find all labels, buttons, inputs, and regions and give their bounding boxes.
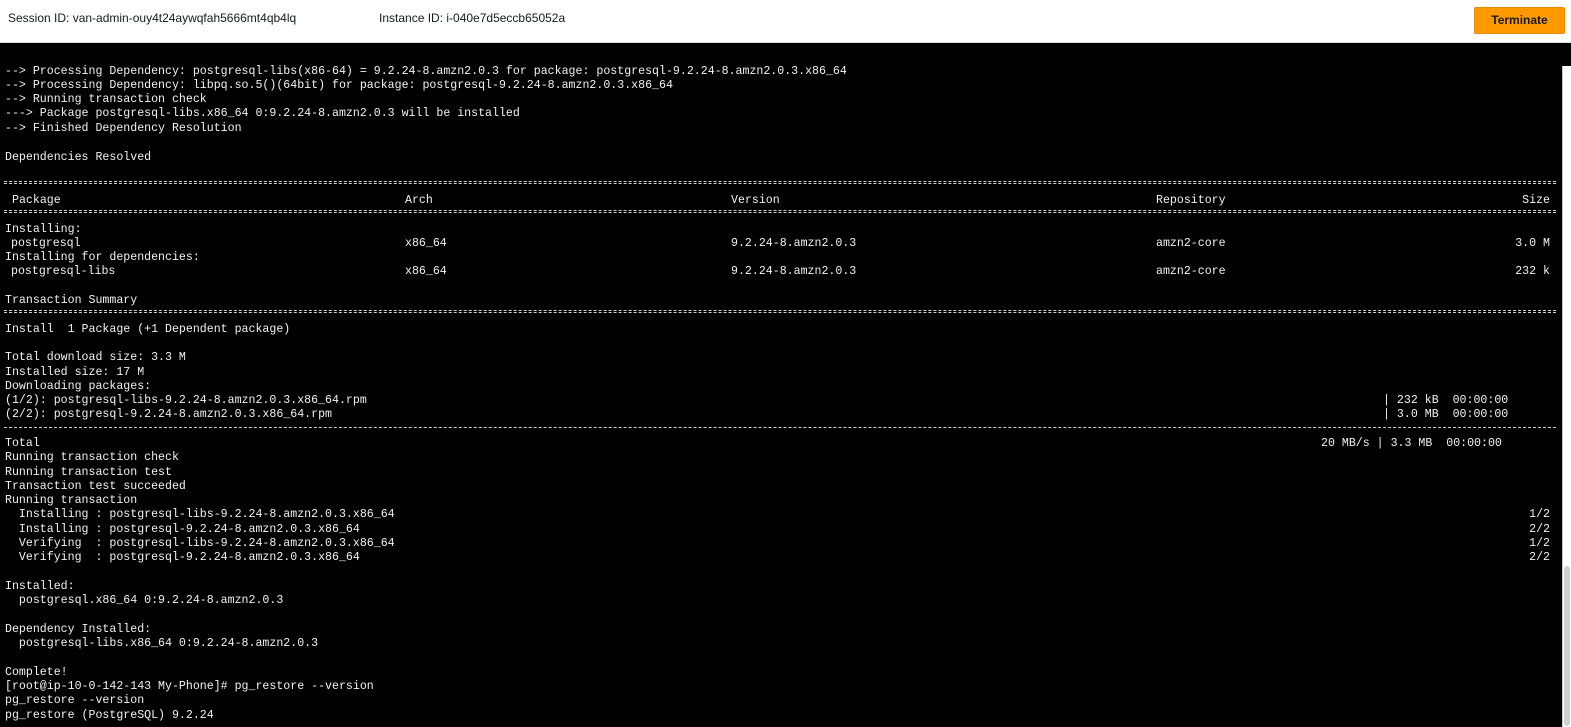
step-count: 1/2 — [1529, 508, 1550, 521]
separator-line — [4, 181, 1556, 184]
terminal-line: --> Running transaction check — [5, 93, 207, 106]
terminal-line: Total — [5, 437, 40, 450]
terminal-line: Total download size: 3.3 M — [5, 351, 186, 364]
table-header-size: Size — [1522, 194, 1550, 207]
table-cell-size: 3.0 M — [1515, 237, 1550, 250]
instance-id-label: Instance ID: i-040e7d5eccb65052a — [379, 11, 566, 25]
table-header-repository: Repository — [1156, 194, 1226, 207]
terminal-line: Transaction Summary — [5, 294, 138, 307]
terminal-line: Verifying : postgresql-9.2.24-8.amzn2.0.… — [5, 551, 360, 564]
table-cell-arch: x86_64 — [405, 265, 447, 278]
session-id-label: Session ID: van-admin-ouy4t24aywqfah5666… — [8, 11, 297, 25]
terminal-line: Complete! — [5, 666, 68, 679]
scrollbar-thumb[interactable] — [1564, 566, 1570, 726]
table-header-version: Version — [731, 194, 780, 207]
step-count: 2/2 — [1529, 523, 1550, 536]
terminal-line: pg_restore (PostgreSQL) 9.2.24 — [5, 709, 214, 722]
terminal-line: Installing : postgresql-9.2.24-8.amzn2.0… — [5, 523, 360, 536]
table-header-package: Package — [12, 194, 61, 207]
terminal-scrollbar[interactable] — [1562, 66, 1571, 727]
table-cell-package: postgresql-libs — [11, 265, 116, 278]
table-cell-repository: amzn2-core — [1156, 237, 1226, 250]
separator-line — [4, 310, 1556, 313]
terminal-line: Dependencies Resolved — [5, 151, 152, 164]
terminal-line: Installing for dependencies: — [5, 251, 200, 264]
terminal-line: postgresql.x86_64 0:9.2.24-8.amzn2.0.3 — [5, 594, 284, 607]
terminal-output[interactable]: --> Processing Dependency: postgresql-li… — [0, 43, 1560, 727]
download-stats: | 232 kB 00:00:00 — [1383, 394, 1509, 407]
step-count: 1/2 — [1529, 537, 1550, 550]
terminal-line: postgresql-libs.x86_64 0:9.2.24-8.amzn2.… — [5, 637, 319, 650]
terminal-line: Dependency Installed: — [5, 623, 152, 636]
table-cell-size: 232 k — [1515, 265, 1550, 278]
separator-line — [4, 210, 1556, 213]
terminal-line: Installed size: 17 M — [5, 366, 145, 379]
terminal-line: (1/2): postgresql-libs-9.2.24-8.amzn2.0.… — [5, 394, 367, 407]
terminal-line: Downloading packages: — [5, 380, 152, 393]
session-header: Session ID: van-admin-ouy4t24aywqfah5666… — [0, 0, 1571, 43]
terminal-line: Running transaction check — [5, 451, 179, 464]
terminal-line: --> Finished Dependency Resolution — [5, 122, 242, 135]
step-count: 2/2 — [1529, 551, 1550, 564]
terminal-line: Running transaction — [5, 494, 138, 507]
terminate-button[interactable]: Terminate — [1474, 7, 1565, 34]
terminal-line: Verifying : postgresql-libs-9.2.24-8.amz… — [5, 537, 395, 550]
download-stats: | 3.0 MB 00:00:00 — [1383, 408, 1509, 421]
table-cell-arch: x86_64 — [405, 237, 447, 250]
terminal-line: --> Processing Dependency: libpq.so.5()(… — [5, 79, 673, 92]
terminal-line: Installed: — [5, 580, 75, 593]
table-cell-repository: amzn2-core — [1156, 265, 1226, 278]
terminal-line: --> Processing Dependency: postgresql-li… — [5, 65, 847, 78]
terminal-line: (2/2): postgresql-9.2.24-8.amzn2.0.3.x86… — [5, 408, 332, 421]
table-header-arch: Arch — [405, 194, 433, 207]
terminal-line: pg_restore --version — [5, 694, 145, 707]
table-cell-version: 9.2.24-8.amzn2.0.3 — [731, 265, 857, 278]
separator-line — [4, 427, 1556, 428]
terminal-line: Running transaction test — [5, 466, 172, 479]
terminal-line: Transaction test succeeded — [5, 480, 186, 493]
terminal-line: Install 1 Package (+1 Dependent package) — [5, 323, 291, 336]
terminal-line: ---> Package postgresql-libs.x86_64 0:9.… — [5, 107, 520, 120]
table-cell-version: 9.2.24-8.amzn2.0.3 — [731, 237, 857, 250]
terminal-line: Installing: — [5, 223, 82, 236]
total-stats: 20 MB/s | 3.3 MB 00:00:00 — [1321, 437, 1502, 450]
terminal-line: Installing : postgresql-libs-9.2.24-8.am… — [5, 508, 395, 521]
terminal-prompt: [root@ip-10-0-142-143 My-Phone]# pg_rest… — [5, 680, 374, 693]
table-cell-package: postgresql — [11, 237, 81, 250]
